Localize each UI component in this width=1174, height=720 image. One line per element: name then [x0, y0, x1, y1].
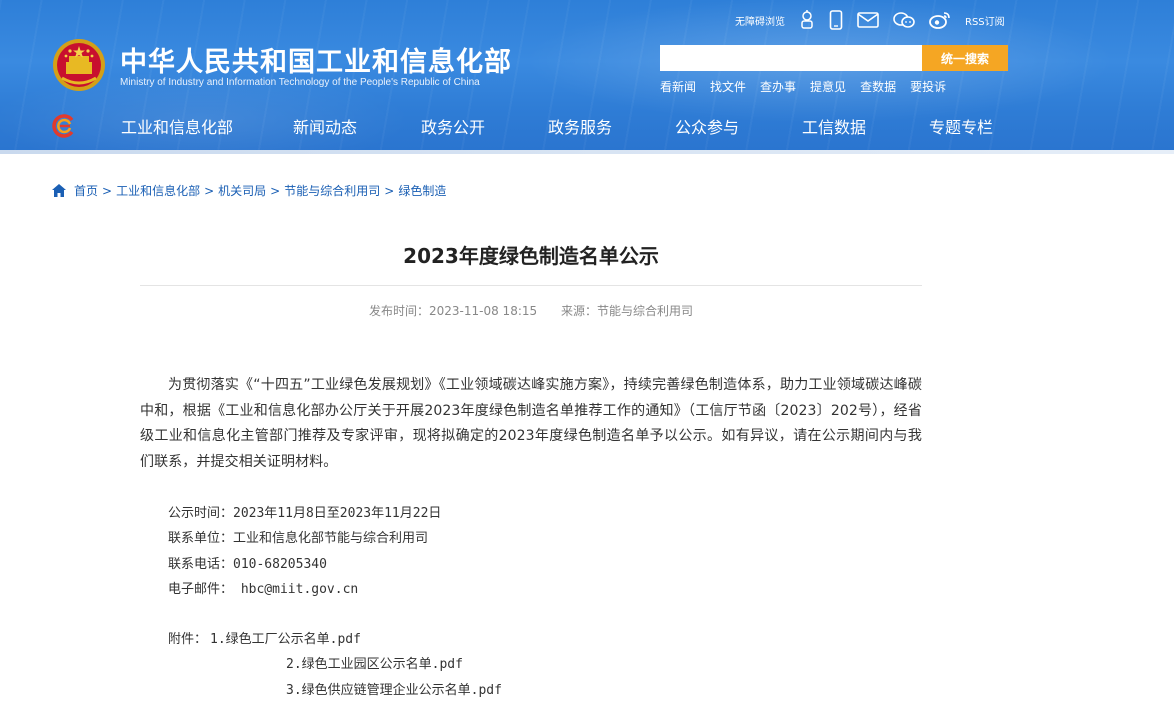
accessibility-label: 无障碍浏览 — [735, 16, 785, 28]
site-subtitle: Ministry of Industry and Information Tec… — [120, 77, 480, 88]
nav-item-industry-data[interactable]: 工信数据 — [802, 114, 866, 138]
nav-item-government-affairs[interactable]: 政务公开 — [421, 114, 485, 138]
article-title: 2023年度绿色制造名单公示 — [403, 244, 659, 268]
search-button[interactable]: 统一搜索 — [922, 45, 1008, 71]
header-divider — [0, 150, 1174, 154]
mail-icon[interactable] — [857, 11, 879, 29]
nav-item-miit[interactable]: 工业和信息化部 — [121, 114, 233, 138]
breadcrumb-separator: > — [204, 183, 215, 198]
breadcrumb-miit[interactable]: 工业和信息化部 — [116, 182, 200, 199]
nav-item-news[interactable]: 新闻动态 — [293, 114, 357, 138]
search-input[interactable] — [660, 45, 922, 71]
home-icon — [52, 184, 66, 197]
quicklink-data[interactable]: 查数据 — [860, 78, 896, 95]
quicklink-complaint[interactable]: 要投诉 — [910, 78, 946, 95]
article-paragraph: 为贯彻落实《“十四五”工业绿色发展规划》《工业领域碳达峰实施方案》，持续完善绿色… — [140, 377, 922, 470]
rss-label: RSS订阅 — [965, 16, 1005, 28]
attachment-link-green-factory[interactable]: 1.绿色工厂公示名单.pdf — [210, 628, 361, 647]
breadcrumb-separator: > — [270, 183, 281, 198]
attachments-label: 附件： — [168, 632, 208, 647]
contact-unit: 联系单位：工业和信息化部节能与综合利用司 — [168, 531, 429, 546]
weibo-icon[interactable] — [929, 11, 951, 29]
title-divider — [140, 285, 922, 286]
miit-logo-icon[interactable] — [52, 114, 76, 138]
article-source: 来源：节能与综合利用司 — [560, 304, 693, 318]
top-links: 无障碍浏览 RSS订阅 — [735, 8, 1019, 32]
publish-time: 发布时间：2023-11-08 18:15 — [369, 304, 538, 318]
quicklink-feedback[interactable]: 提意见 — [810, 78, 846, 95]
nav-item-public-participation[interactable]: 公众参与 — [675, 114, 739, 138]
breadcrumb: 首页 > 工业和信息化部 > 机关司局 > 节能与综合利用司 > 绿色制造 — [52, 182, 446, 199]
contact-phone: 联系电话：010-68205340 — [168, 557, 327, 572]
robot-assistant-icon[interactable] — [799, 10, 815, 30]
breadcrumb-separator: > — [102, 183, 113, 198]
contact-email: 电子邮件： hbc@miit.gov.cn — [168, 582, 359, 597]
quicklink-documents[interactable]: 找文件 — [710, 78, 746, 95]
breadcrumb-green-manufacturing[interactable]: 绿色制造 — [398, 182, 446, 199]
wechat-icon[interactable] — [893, 11, 915, 29]
site-title[interactable]: 中华人民共和国工业和信息化部 — [120, 40, 512, 79]
breadcrumb-energy-saving-dept[interactable]: 节能与综合利用司 — [284, 182, 380, 199]
site-header: 中华人民共和国工业和信息化部 Ministry of Industry and … — [0, 0, 1174, 154]
quick-links: 看新闻 找文件 查办事 提意见 查数据 要投诉 — [660, 78, 960, 95]
main-nav: 工业和信息化部 新闻动态 政务公开 政务服务 公众参与 工信数据 专题专栏 — [0, 108, 1174, 144]
article-meta: 发布时间：2023-11-08 18:15 来源：节能与综合利用司 — [140, 302, 922, 319]
rss-link[interactable]: RSS订阅 — [965, 13, 1005, 28]
attachment-link-green-industrial-park[interactable]: 2.绿色工业园区公示名单.pdf — [286, 653, 463, 672]
national-emblem-icon[interactable] — [52, 38, 106, 92]
quicklink-services[interactable]: 查办事 — [760, 78, 796, 95]
nav-item-government-services[interactable]: 政务服务 — [548, 114, 612, 138]
accessibility-link[interactable]: 无障碍浏览 — [735, 13, 785, 28]
announcement-period: 公示时间：2023年11月8日至2023年11月22日 — [168, 506, 442, 521]
nav-item-special-topics[interactable]: 专题专栏 — [929, 114, 993, 138]
attachment-link-green-supply-chain[interactable]: 3.绿色供应链管理企业公示名单.pdf — [286, 679, 502, 698]
quicklink-news[interactable]: 看新闻 — [660, 78, 696, 95]
breadcrumb-home[interactable]: 首页 — [74, 182, 98, 199]
mobile-icon[interactable] — [829, 10, 843, 30]
breadcrumb-departments[interactable]: 机关司局 — [218, 182, 266, 199]
breadcrumb-separator: > — [384, 183, 395, 198]
